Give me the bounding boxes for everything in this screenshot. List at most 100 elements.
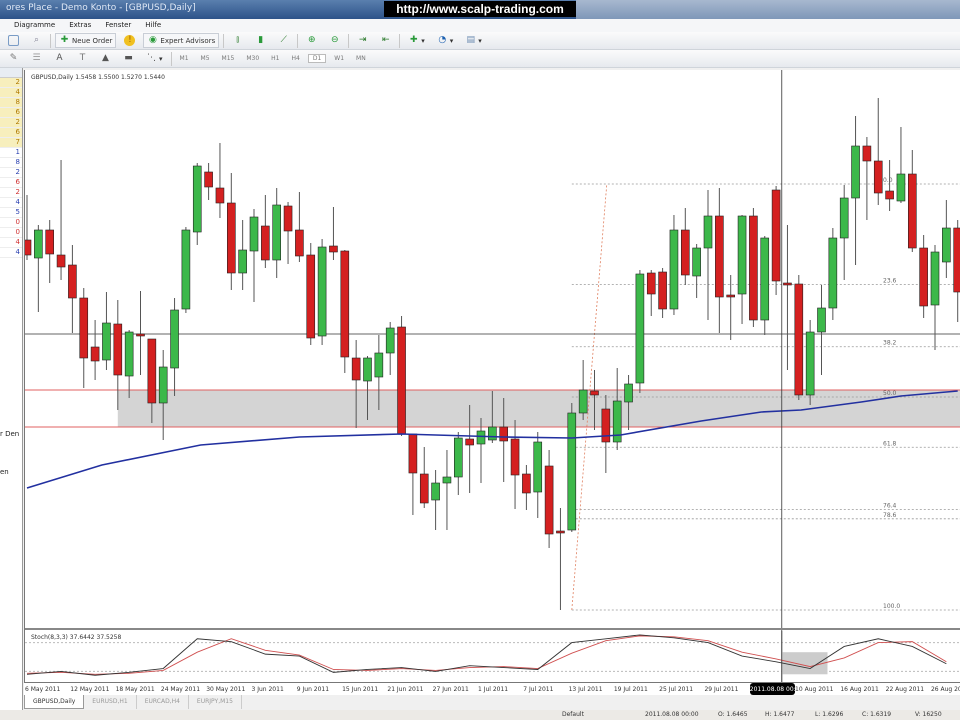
symbol-row[interactable]: 7 [0, 138, 22, 148]
symbol-row[interactable]: 6 [0, 178, 22, 188]
menu-diagramme[interactable]: Diagramme [14, 21, 55, 30]
bear-candle [646, 272, 656, 295]
autoscroll-button[interactable]: ⇥ [353, 33, 372, 48]
symbol-row[interactable]: 6 [0, 128, 22, 138]
tab-gbpusd-daily[interactable]: GBPUSD,Daily [24, 695, 85, 709]
symbol-row[interactable]: 4 [0, 238, 22, 248]
symbol-row[interactable]: 2 [0, 78, 22, 88]
price-chart[interactable]: 0.0 23.6 38.2 50.0 61.8 76.4 78.6 100.0 [25, 70, 960, 682]
bull-candle [624, 383, 633, 403]
zoom-in-button[interactable]: ⊕ [302, 33, 321, 48]
tf-d1[interactable]: D1 [307, 54, 327, 63]
tab-eurcad-h4[interactable]: EURCAD,H4 [137, 695, 189, 709]
arrow-tool-button[interactable]: ▲ [96, 51, 115, 66]
bull-candle [102, 322, 111, 361]
navigator-button[interactable]: ⌕ [27, 33, 46, 48]
bear-candle [794, 283, 804, 396]
draw-tool-button[interactable]: ✎ [4, 51, 23, 66]
symbol-row[interactable]: 5 [0, 208, 22, 218]
expert-advisors-label: Expert Advisors [160, 36, 216, 45]
profiles-button[interactable] [4, 33, 23, 48]
time-tick-label: 10 Aug 2011 [795, 686, 834, 693]
bear-candle [283, 205, 293, 232]
rect-tool-button[interactable]: ▬ [119, 51, 138, 66]
autoscroll-icon: ⇥ [358, 35, 367, 45]
bear-candle [658, 271, 667, 310]
menu-hilfe[interactable]: Hilfe [145, 21, 161, 30]
tf-m1[interactable]: M1 [176, 55, 193, 62]
bull-candle [488, 426, 497, 441]
tf-w1[interactable]: W1 [330, 55, 348, 62]
bull-candle [578, 389, 588, 414]
status-time: 2011.08.08 00:00 [645, 711, 699, 718]
bear-candle [907, 173, 917, 249]
symbol-row[interactable]: 4 [0, 198, 22, 208]
bull-candle [669, 229, 679, 310]
symbol-row[interactable]: 8 [0, 98, 22, 108]
expert-advisors-button[interactable]: ◉ Expert Advisors [143, 33, 220, 48]
symbol-row[interactable]: 4 [0, 88, 22, 98]
more-tools-button[interactable]: ⋱ ▾ [142, 51, 167, 66]
new-order-label: Neue Order [72, 36, 113, 45]
symbol-row[interactable]: 4 [0, 248, 22, 258]
tab-eurusd-h1[interactable]: EURUSD,H1 [84, 695, 137, 709]
bull-candle [158, 366, 168, 404]
symbol-row[interactable]: 8 [0, 158, 22, 168]
indicators-button[interactable]: ✚ ▾ [404, 33, 429, 48]
tf-h4[interactable]: H4 [287, 55, 303, 62]
symbol-row[interactable]: 2 [0, 188, 22, 198]
time-tick-label: 27 Jun 2011 [432, 686, 469, 693]
bar-chart-button[interactable]: ⫾ [228, 33, 247, 48]
stochastic-info: Stoch(8,3,3) 37.6442 37.5258 [31, 634, 122, 641]
tf-mn[interactable]: MN [352, 55, 370, 62]
bear-candle [873, 160, 883, 194]
chart-window[interactable]: 0.0 23.6 38.2 50.0 61.8 76.4 78.6 100.0 GBPUSD,… [24, 70, 960, 682]
tf-m15[interactable]: M15 [218, 55, 239, 62]
bear-candle [862, 145, 872, 162]
market-watch-panel: 248626718262450044 r Den en [0, 68, 23, 710]
label-tool-button[interactable]: T [73, 51, 92, 66]
line-chart-button[interactable]: ⟋ [274, 33, 293, 48]
tf-m5[interactable]: M5 [197, 55, 214, 62]
bear-candle [522, 473, 531, 494]
bull-candle [431, 482, 440, 501]
menu-fenster[interactable]: Fenster [105, 21, 131, 30]
bear-candle [351, 357, 361, 381]
periods-button[interactable]: ◔ ▾ [433, 33, 458, 48]
text-tool-button[interactable]: A [50, 51, 69, 66]
chart-shift-button[interactable]: ⇤ [376, 33, 395, 48]
fib-level-label: 50.0 [883, 390, 897, 397]
coin-icon: ! [124, 35, 136, 46]
time-tick-label: 6 May 2011 [25, 686, 61, 693]
bull-candle [533, 441, 543, 493]
symbol-row[interactable]: 2 [0, 118, 22, 128]
new-order-button[interactable]: ✚ Neue Order [55, 33, 117, 48]
templates-button[interactable]: ▤ ▾ [461, 33, 486, 48]
bull-candle [181, 229, 191, 310]
time-tick-label: 19 Jul 2011 [613, 686, 648, 693]
bull-candle [817, 307, 826, 333]
symbol-row[interactable]: 6 [0, 108, 22, 118]
market-watch-list: 248626718262450044 [0, 78, 22, 258]
zoom-out-button[interactable]: ⊖ [325, 33, 344, 48]
chart-symbol-info: GBPUSD,Daily 1.5458 1.5500 1.5270 1.5440 [31, 74, 165, 81]
symbol-row[interactable]: 1 [0, 148, 22, 158]
menu-extras[interactable]: Extras [69, 21, 91, 30]
bear-candle [25, 239, 32, 256]
new-order-icon: ✚ [60, 35, 69, 45]
time-tick-label: 29 Jul 2011 [704, 686, 739, 693]
bull-candle [828, 237, 838, 309]
symbol-row[interactable]: 0 [0, 218, 22, 228]
clock-icon: ◔ [438, 35, 447, 45]
tab-eurjpy-m15[interactable]: EURJPY,M15 [189, 695, 242, 709]
bear-candle [749, 215, 758, 321]
symbol-row[interactable]: 2 [0, 168, 22, 178]
fib-tool-button[interactable]: ☰ [27, 51, 46, 66]
symbol-row[interactable]: 0 [0, 228, 22, 238]
bull-candle [192, 165, 202, 233]
autotrading-button[interactable]: ! [120, 33, 139, 48]
candlestick-button[interactable]: ▮ [251, 33, 270, 48]
tf-h1[interactable]: H1 [267, 55, 283, 62]
tf-m30[interactable]: M30 [242, 55, 263, 62]
fib-level-label: 0.0 [883, 177, 893, 184]
